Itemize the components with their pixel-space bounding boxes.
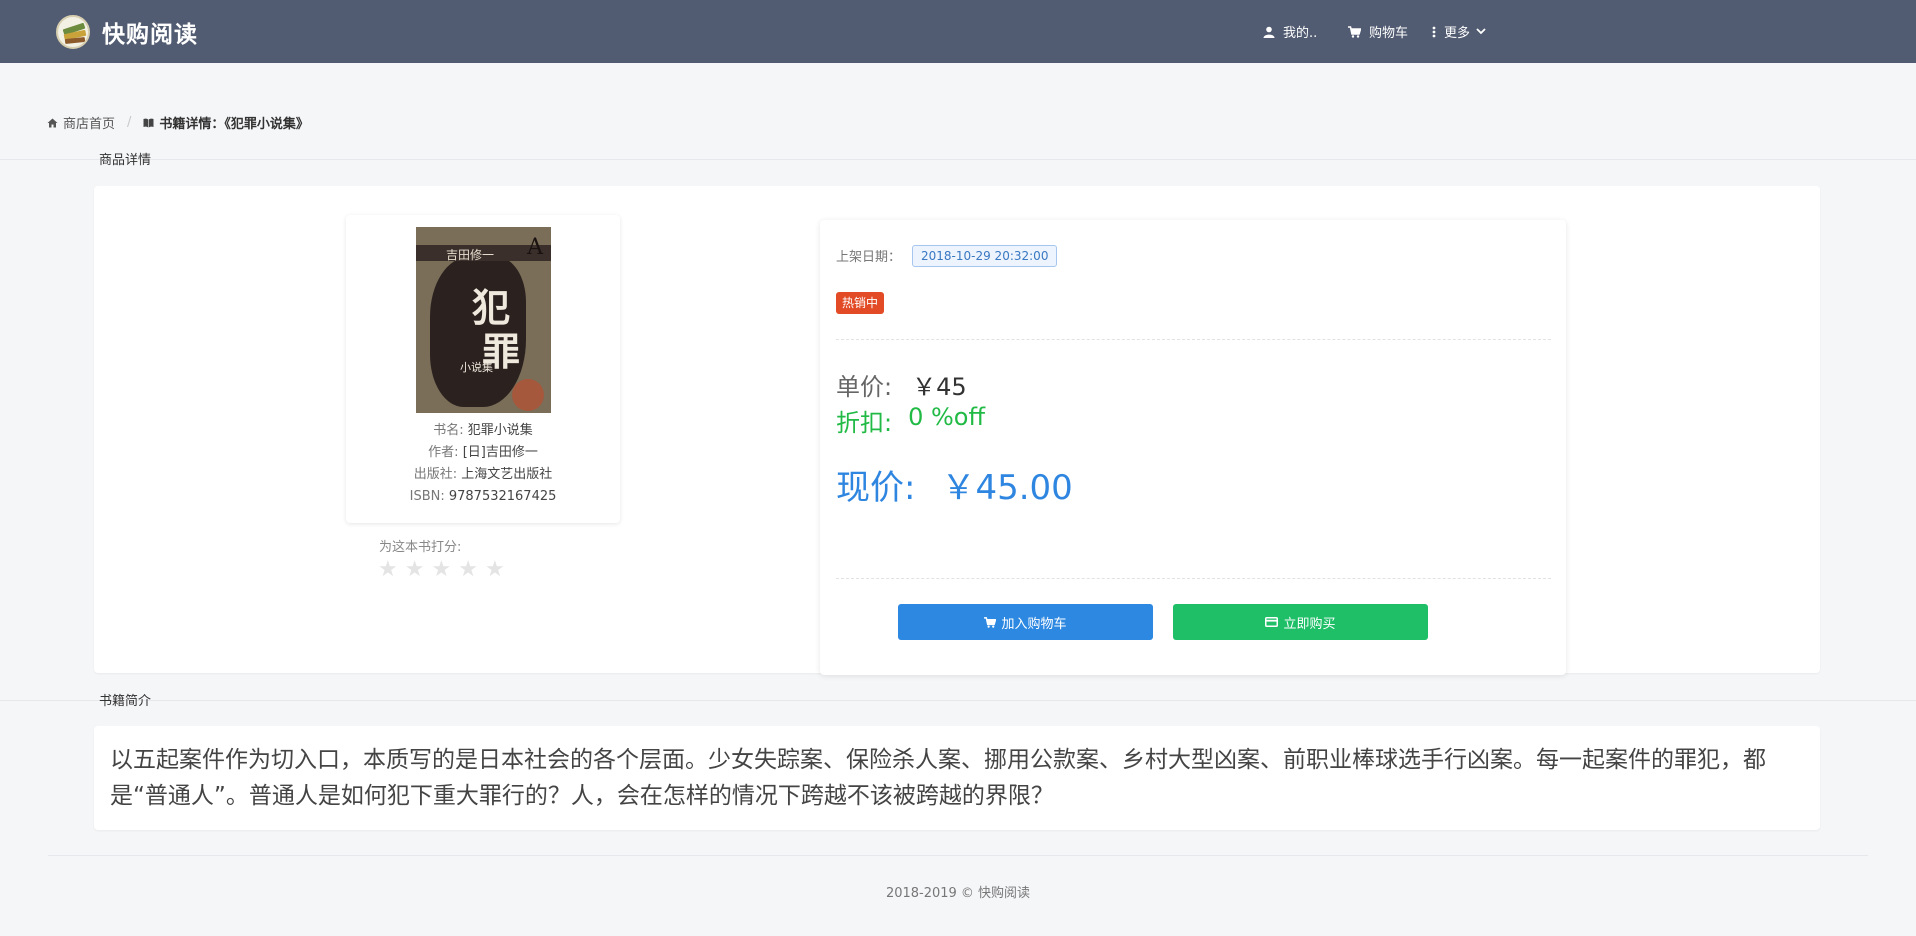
book-intro-text: 以五起案件作为切入口，本质写的是日本社会的各个层面。少女失踪案、保险杀人案、挪用… (110, 747, 1766, 809)
star-icon[interactable]: ★ (378, 556, 398, 584)
current-price-row: 现价: ￥45.00 (836, 460, 1073, 509)
book-isbn-label: ISBN: (409, 489, 445, 504)
listing-date-label: 上架日期： (836, 250, 902, 265)
breadcrumb: 商店首页 / 书籍详情：《犯罪小说集》 (47, 113, 309, 132)
star-icon[interactable]: ★ (405, 556, 425, 584)
brand-name: 快购阅读 (102, 21, 198, 48)
divider (0, 159, 1916, 160)
section-title-intro: 书籍简介 (99, 694, 152, 709)
brand-link[interactable]: 快购阅读 (56, 14, 198, 49)
add-to-cart-label: 加入购物车 (1001, 616, 1067, 632)
footer-divider (48, 855, 1868, 856)
unit-price-row: 单价: ￥45 (836, 367, 967, 402)
home-icon (47, 118, 58, 127)
cover-author: 吉田修一 (446, 248, 495, 262)
hot-selling-badge: 热销中 (836, 292, 885, 314)
footer-copyright: 2018-2019 © 快购阅读 (885, 886, 1031, 901)
unit-price: ￥45 (912, 373, 967, 401)
chevron-down-icon (1476, 28, 1486, 35)
listing-date-tag: 2018-10-29 20:32:00 (912, 245, 1058, 267)
cover-letter: A (527, 235, 543, 260)
book-isbn-row: ISBN: 9787532167425 (346, 486, 620, 508)
book-name-label: 书名: (433, 423, 464, 438)
discount-value: 0 %off (908, 403, 986, 431)
breadcrumb-home[interactable]: 商店首页 (47, 113, 115, 132)
book-cover-image[interactable]: 吉田修一 A 犯 罪 小说集 (416, 227, 551, 413)
book-isbn: 9787532167425 (448, 489, 557, 504)
book-publisher: 上海文艺出版社 (461, 467, 553, 482)
current-price-label: 现价: (836, 468, 916, 508)
star-icon[interactable]: ★ (458, 556, 478, 584)
current-price: ￥45.00 (941, 468, 1073, 508)
book-author-row: 作者: [日]吉田修一 (346, 442, 620, 464)
credit-card-icon (1265, 617, 1279, 627)
book-author-label: 作者: (428, 445, 459, 460)
book-publisher-label: 出版社: (413, 467, 458, 482)
nav-cart-label: 购物车 (1369, 26, 1409, 41)
nav-my-account[interactable]: 我的.. (1263, 22, 1317, 41)
book-author: [日]吉田修一 (462, 445, 538, 460)
top-navbar: 快购阅读 我的.. 购物车 更多 (0, 0, 1916, 63)
star-rating[interactable]: ★ ★ ★ ★ ★ (378, 556, 512, 584)
star-icon[interactable]: ★ (485, 556, 505, 584)
book-name-row: 书名: 犯罪小说集 (346, 420, 620, 442)
book-logo-icon (56, 14, 90, 49)
breadcrumb-separator: / (127, 115, 132, 130)
book-meta: 书名: 犯罪小说集 作者: [日]吉田修一 出版社: 上海文艺出版社 ISBN:… (346, 420, 620, 508)
user-icon (1263, 26, 1275, 38)
nav-cart[interactable]: 购物车 (1348, 22, 1408, 41)
book-icon (143, 118, 154, 127)
breadcrumb-current-label: 书籍详情：《犯罪小说集》 (159, 117, 309, 132)
nav-more-dropdown[interactable]: 更多 (1432, 22, 1486, 41)
nav-my-label: 我的.. (1283, 26, 1318, 41)
book-name: 犯罪小说集 (467, 423, 533, 438)
add-to-cart-button[interactable]: 加入购物车 (898, 604, 1153, 640)
discount-row: 折扣: 0 %off (836, 403, 985, 438)
rating-label: 为这本书打分: (379, 540, 462, 555)
dashed-divider (836, 578, 1551, 579)
cart-icon (1348, 25, 1361, 38)
star-icon[interactable]: ★ (431, 556, 451, 584)
more-vertical-icon (1432, 26, 1436, 37)
breadcrumb-current: 书籍详情：《犯罪小说集》 (143, 113, 309, 132)
cart-icon (984, 616, 997, 628)
dashed-divider (836, 339, 1551, 340)
cover-subtitle: 小说集 (460, 361, 493, 374)
unit-price-label: 单价: (836, 373, 893, 401)
discount-label: 折扣: (836, 409, 893, 437)
section-title-detail: 商品详情 (99, 153, 152, 168)
book-publisher-row: 出版社: 上海文艺出版社 (346, 464, 620, 486)
divider (0, 700, 1916, 701)
buy-now-label: 立即购买 (1283, 616, 1336, 632)
nav-more-label: 更多 (1444, 26, 1471, 41)
breadcrumb-home-label: 商店首页 (63, 117, 116, 132)
buy-now-button[interactable]: 立即购买 (1173, 604, 1428, 640)
